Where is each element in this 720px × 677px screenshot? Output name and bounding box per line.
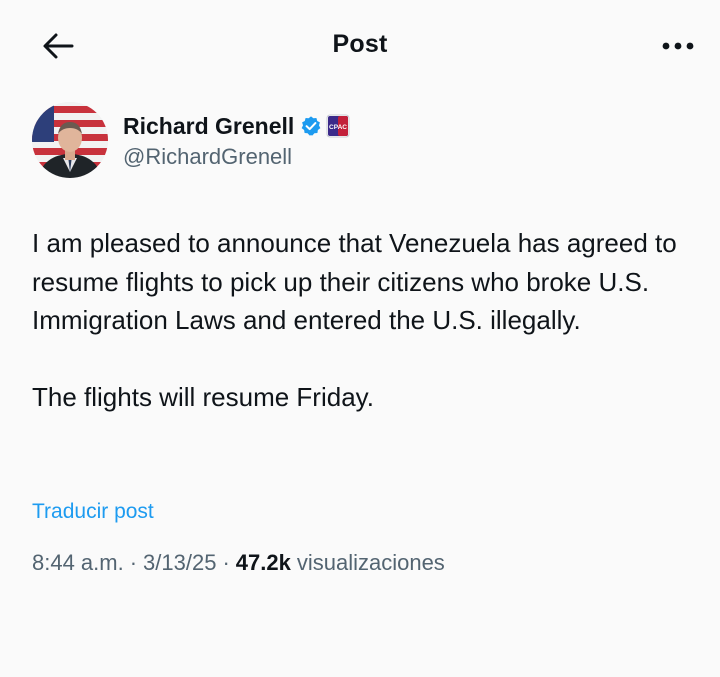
name-row: Richard Grenell CPAC — [123, 111, 350, 141]
meta-separator: · — [129, 550, 138, 575]
post-date[interactable]: 3/13/25 — [143, 550, 216, 576]
post-page: Post Richard Grenell CPAC @RichardGrenel… — [0, 0, 720, 677]
post-time[interactable]: 8:44 a.m. — [32, 550, 124, 576]
affiliate-badge-text: CPAC — [329, 124, 347, 131]
views-label: visualizaciones — [296, 550, 445, 575]
more-options-button[interactable] — [656, 32, 700, 60]
translate-post-link[interactable]: Traducir post — [32, 500, 154, 524]
post-author: Richard Grenell CPAC @RichardGrenell — [32, 100, 692, 182]
author-handle[interactable]: @RichardGrenell — [123, 144, 292, 170]
avatar[interactable] — [32, 102, 108, 178]
top-bar: Post — [0, 0, 720, 90]
views-count[interactable]: 47.2k — [236, 550, 291, 576]
meta-separator: · — [222, 550, 230, 575]
avatar-image — [32, 102, 108, 178]
author-display-name[interactable]: Richard Grenell — [123, 113, 294, 140]
verified-badge-icon — [301, 116, 321, 136]
post-text: I am pleased to announce that Venezuela … — [32, 228, 677, 412]
post-metadata: 8:44 a.m. · 3/13/25 · 47.2k visualizacio… — [32, 550, 445, 576]
more-horizontal-icon — [662, 42, 694, 50]
affiliate-badge-icon[interactable]: CPAC — [326, 114, 350, 138]
page-title: Post — [332, 30, 388, 58]
